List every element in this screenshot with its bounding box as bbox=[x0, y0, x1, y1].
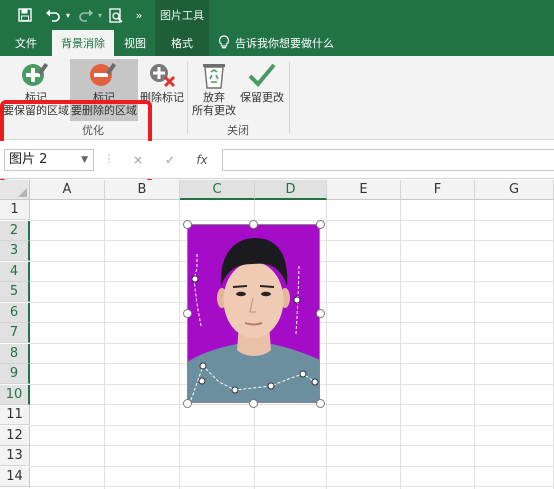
resize-handle-left[interactable] bbox=[182, 309, 192, 318]
tab-file[interactable]: 文件 bbox=[0, 30, 52, 56]
formula-bar: 图片 2 ▼ ⋮ × ✓ fx bbox=[0, 141, 554, 179]
column-header-e[interactable]: E bbox=[327, 180, 401, 200]
insert-function-icon[interactable]: fx bbox=[186, 153, 218, 167]
row-header-11[interactable]: 11 bbox=[0, 405, 30, 425]
gridline-horizontal bbox=[30, 219, 554, 221]
tab-background-removal[interactable]: 背景消除 bbox=[52, 30, 114, 56]
row-header-4[interactable]: 4 bbox=[0, 261, 30, 282]
gridline-horizontal bbox=[30, 404, 554, 405]
cancel-entry-icon[interactable]: × bbox=[122, 153, 154, 167]
row-header-12[interactable]: 12 bbox=[0, 425, 30, 446]
redo-icon[interactable] bbox=[76, 4, 96, 26]
row-header-1[interactable]: 1 bbox=[0, 200, 30, 220]
name-box-dropdown-icon[interactable]: ▼ bbox=[81, 150, 88, 170]
gridline-horizontal bbox=[30, 486, 554, 487]
face bbox=[223, 262, 284, 338]
row-header-10[interactable]: 10 bbox=[0, 384, 30, 405]
tell-me-text: 告诉我你想要做什么 bbox=[235, 37, 334, 50]
formula-controls: × ✓ fx bbox=[122, 149, 218, 171]
select-all-corner[interactable] bbox=[0, 180, 30, 200]
column-header-a[interactable]: A bbox=[30, 180, 105, 200]
gridline-horizontal bbox=[30, 424, 554, 426]
title-bar: ▾ ▾ » 图片工具 bbox=[0, 0, 554, 30]
mark-point-plus-icon[interactable] bbox=[198, 377, 206, 385]
tab-view[interactable]: 视图 bbox=[114, 30, 156, 56]
resize-handle-top-left[interactable] bbox=[182, 219, 192, 229]
save-icon[interactable] bbox=[14, 4, 36, 26]
keep-changes-label: 保留更改 bbox=[240, 91, 284, 104]
mark-point-plus-icon[interactable] bbox=[231, 386, 239, 394]
ribbon-divider bbox=[289, 62, 290, 134]
gridline-horizontal bbox=[30, 465, 554, 467]
row-header-3[interactable]: 3 bbox=[0, 241, 30, 261]
select-all-triangle-icon bbox=[18, 188, 27, 197]
row-header-6[interactable]: 6 bbox=[0, 302, 30, 323]
group-close-label: 关闭 bbox=[227, 124, 249, 137]
left-eyebrow bbox=[232, 285, 248, 288]
portrait-picture[interactable] bbox=[187, 224, 320, 403]
formula-input[interactable] bbox=[222, 149, 554, 171]
tab-format[interactable]: 格式 bbox=[155, 30, 209, 56]
row-header-8[interactable]: 8 bbox=[0, 343, 30, 364]
row-header-9[interactable]: 9 bbox=[0, 364, 30, 384]
undo-dropdown-icon[interactable]: ▾ bbox=[63, 4, 73, 26]
discard-line1: 放弃 bbox=[203, 91, 225, 104]
column-header-f[interactable]: F bbox=[401, 180, 475, 200]
formula-bar-resize-handle[interactable]: ⋮ bbox=[104, 154, 114, 165]
delete-mark-icon bbox=[147, 59, 177, 91]
name-box[interactable]: 图片 2 ▼ bbox=[4, 149, 94, 171]
row-header-7[interactable]: 7 bbox=[0, 323, 30, 343]
checkmark-icon bbox=[247, 59, 277, 91]
resize-handle-bottom-left[interactable] bbox=[182, 398, 192, 408]
mark-point-minus-icon[interactable] bbox=[191, 275, 199, 283]
row-header-14[interactable]: 14 bbox=[0, 466, 30, 487]
gridline-horizontal bbox=[30, 445, 554, 446]
picture-tools-label: 图片工具 bbox=[155, 0, 209, 30]
column-header-g[interactable]: G bbox=[475, 180, 554, 200]
keep-changes-button[interactable]: 保留更改 bbox=[238, 59, 286, 121]
resize-handle-bottom[interactable] bbox=[249, 398, 258, 408]
row-header-5[interactable]: 5 bbox=[0, 282, 30, 302]
resize-handle-top-right[interactable] bbox=[315, 219, 325, 229]
mark-point-plus-icon[interactable] bbox=[299, 370, 307, 378]
mark-point-plus-icon[interactable] bbox=[267, 382, 275, 390]
redo-dropdown-icon[interactable]: ▾ bbox=[95, 4, 105, 26]
tell-me-search[interactable]: 告诉我你想要做什么 bbox=[218, 30, 334, 56]
name-box-value: 图片 2 bbox=[9, 152, 48, 167]
column-header-d[interactable]: D bbox=[255, 180, 327, 200]
ribbon-tabs: 文件 背景消除 视图 格式 告诉我你想要做什么 bbox=[0, 30, 554, 56]
left-eye bbox=[236, 291, 246, 297]
recycle-bin-icon bbox=[201, 59, 227, 91]
enter-entry-icon[interactable]: ✓ bbox=[154, 153, 186, 167]
plus-circle-pencil-icon bbox=[19, 59, 53, 91]
resize-handle-bottom-right[interactable] bbox=[315, 398, 325, 408]
row-header-13[interactable]: 13 bbox=[0, 446, 30, 466]
column-header-c[interactable]: C bbox=[180, 180, 255, 200]
mark-point-plus-icon[interactable] bbox=[199, 362, 207, 370]
qat-more-icon[interactable]: » bbox=[130, 4, 148, 26]
column-header-b[interactable]: B bbox=[105, 180, 180, 200]
resize-handle-top[interactable] bbox=[249, 219, 258, 229]
discard-line2: 所有更改 bbox=[192, 104, 236, 117]
row-header-2[interactable]: 2 bbox=[0, 220, 30, 241]
discard-all-changes-button[interactable]: 放弃 所有更改 bbox=[190, 59, 238, 121]
resize-handle-right[interactable] bbox=[315, 309, 325, 318]
mark-point-minus-icon[interactable] bbox=[293, 296, 301, 304]
print-preview-icon[interactable] bbox=[106, 4, 126, 26]
right-eyebrow bbox=[259, 285, 275, 288]
lightbulb-icon bbox=[218, 34, 235, 52]
undo-icon[interactable] bbox=[42, 4, 64, 26]
right-eye bbox=[261, 291, 271, 297]
minus-circle-pencil-icon bbox=[87, 59, 121, 91]
ribbon: 标记 要保留的区域 标记 要删除的区域 删除标记 优化 放弃 所有更改 保留更改… bbox=[0, 56, 554, 184]
mark-point-plus-icon[interactable] bbox=[311, 378, 319, 386]
